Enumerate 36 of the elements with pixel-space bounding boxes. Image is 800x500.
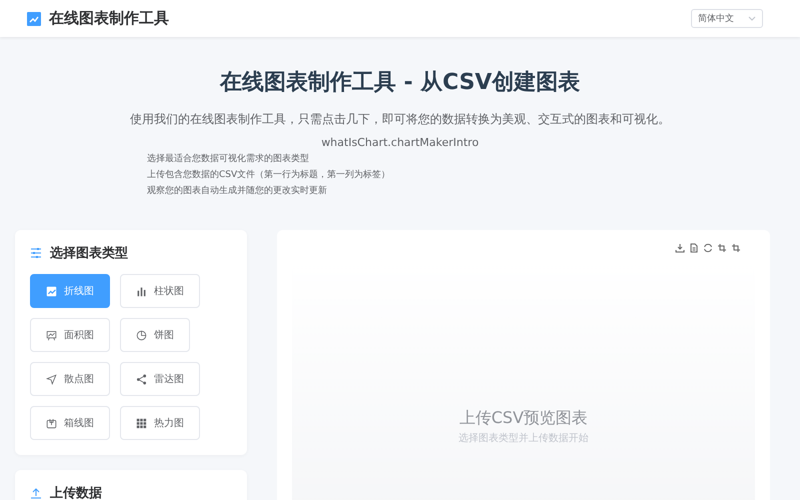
document-icon[interactable] xyxy=(689,243,699,253)
pie-chart-icon xyxy=(136,330,147,340)
chart-type-button[interactable]: 饼图 xyxy=(120,318,190,352)
preview-title: 上传CSV预览图表 xyxy=(459,408,588,429)
chevron-down-icon xyxy=(748,16,756,21)
preview-hint: 选择图表类型并上传数据开始 xyxy=(458,432,588,445)
chart-type-button[interactable]: 散点图 xyxy=(30,362,110,396)
heatmap-chart-icon xyxy=(136,418,147,428)
step-text: 观察您的图表自动生成并随您的更改实时更新 xyxy=(147,185,328,198)
box-chart-icon xyxy=(46,418,57,428)
chart-type-button[interactable]: 面积图 xyxy=(30,318,110,352)
crop-icon[interactable] xyxy=(731,243,741,253)
radar-chart-icon xyxy=(136,374,147,384)
page-subtitle: 使用我们的在线图表制作工具，只需点击几下，即可将您的数据转换为美观、交互式的图表和可视化。 xyxy=(130,111,670,128)
chart-type-button[interactable]: 箱线图 xyxy=(30,406,110,440)
chart-type-button[interactable]: 热力图 xyxy=(120,406,200,440)
crop-icon[interactable] xyxy=(717,243,727,253)
step-text: 选择最适合您数据可视化需求的图表类型 xyxy=(147,153,310,166)
refresh-icon[interactable] xyxy=(703,243,713,253)
site-title: 在线图表制作工具 xyxy=(49,9,170,28)
page-heading: 在线图表制作工具 - 从CSV创建图表 xyxy=(220,69,580,97)
chart-type-button[interactable]: 雷达图 xyxy=(120,362,200,396)
line-chart-icon xyxy=(46,286,57,296)
card-title: 上传数据 xyxy=(50,485,102,500)
intro-text: whatIsChart.chartMakerIntro xyxy=(321,136,479,149)
download-icon[interactable] xyxy=(675,243,685,253)
language-select[interactable]: 简体中文 xyxy=(691,9,763,28)
card-title: 选择图表类型 xyxy=(50,245,128,262)
chart-type-button[interactable]: 柱状图 xyxy=(120,274,200,308)
bar-chart-icon xyxy=(136,286,147,296)
area-chart-icon xyxy=(46,330,57,340)
sliders-icon xyxy=(30,247,42,259)
line-chart-logo-icon xyxy=(27,12,41,26)
scatter-chart-icon xyxy=(46,374,57,384)
step-text: 上传包含您数据的CSV文件（第一行为标题，第一列为标签） xyxy=(147,169,390,182)
upload-icon xyxy=(30,487,42,499)
